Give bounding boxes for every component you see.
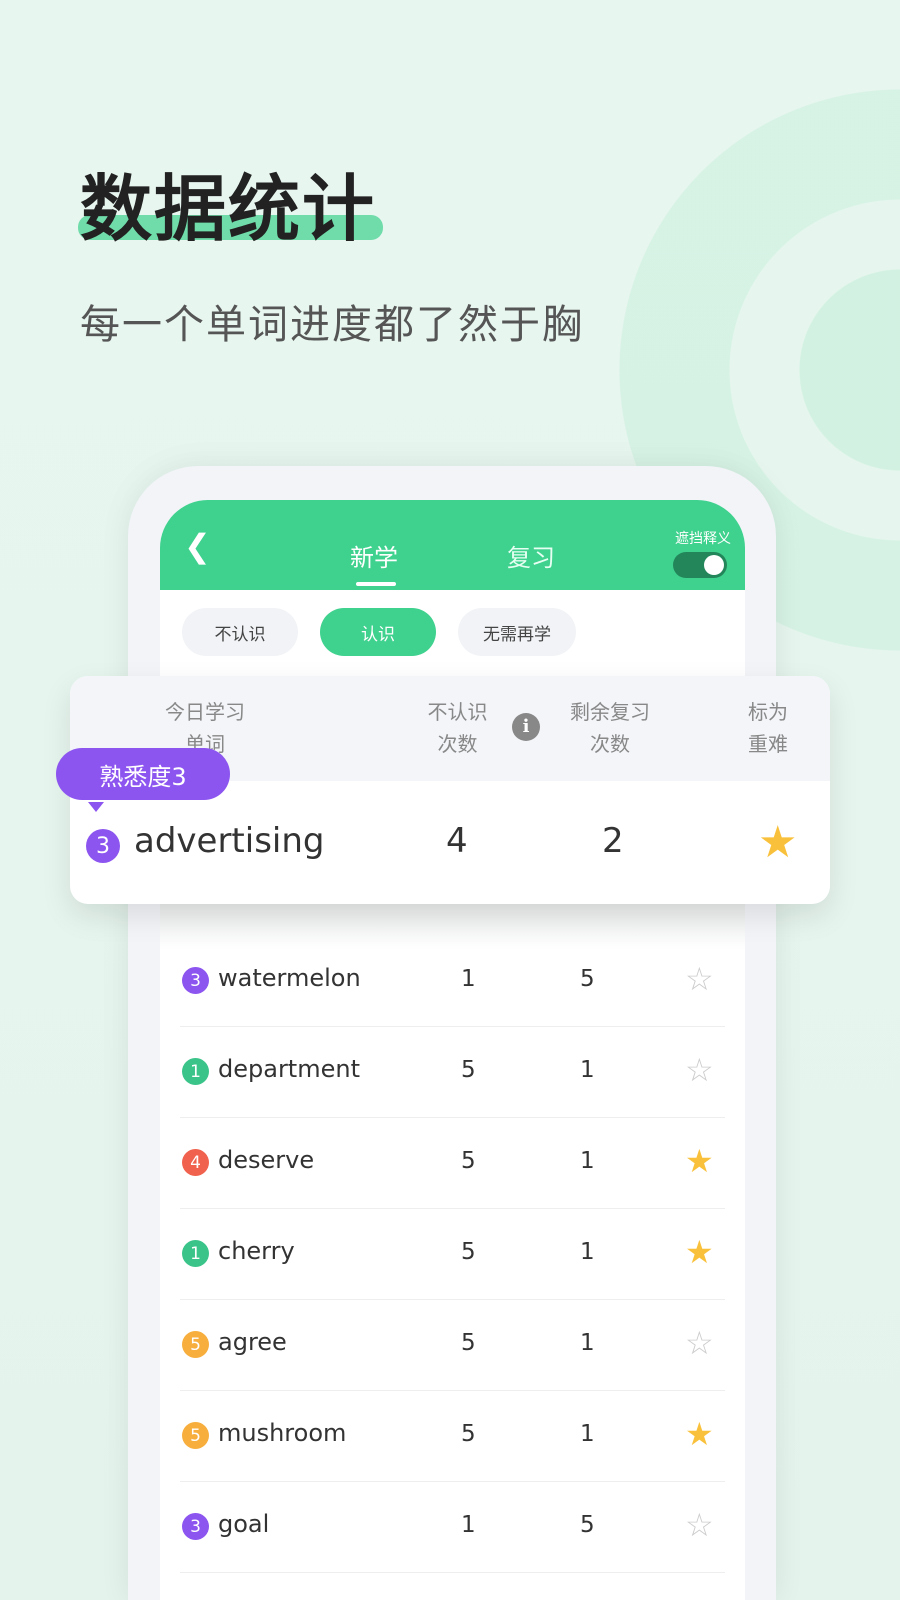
- word-row[interactable]: 1 cherry 5 1 ★: [180, 1209, 725, 1300]
- remaining-count: 2: [602, 821, 624, 861]
- col-remaining: 剩余复习 次数: [570, 700, 650, 756]
- level-badge: 5: [182, 1331, 209, 1358]
- unknown-count: 1: [461, 966, 476, 992]
- active-tab-indicator: [356, 582, 396, 586]
- tab-new[interactable]: 新学: [350, 538, 398, 573]
- filter-unknown[interactable]: 不认识: [182, 608, 298, 656]
- star-filled-icon[interactable]: ★: [685, 1233, 714, 1271]
- page-title: 数据统计: [80, 167, 377, 251]
- hide-meaning-toggle[interactable]: [673, 552, 727, 578]
- word-row[interactable]: 5 agree 5 1 ☆: [180, 1300, 725, 1391]
- unknown-count: 4: [446, 821, 468, 861]
- level-badge: 5: [182, 1422, 209, 1449]
- filter-no-need[interactable]: 无需再学: [458, 608, 576, 656]
- star-outline-icon[interactable]: ☆: [685, 1324, 714, 1362]
- unknown-count: 5: [461, 1057, 476, 1083]
- remaining-count: 1: [580, 1330, 595, 1356]
- star-filled-icon[interactable]: ★: [685, 1142, 714, 1180]
- filter-chips: 不认识 认识 无需再学: [182, 608, 576, 656]
- app-header: ❮ 新学 复习 遮挡释义: [160, 500, 745, 590]
- unknown-count: 5: [461, 1239, 476, 1265]
- tab-review[interactable]: 复习: [507, 538, 555, 573]
- word-row[interactable]: 3 goal 1 5 ☆: [180, 1482, 725, 1573]
- word: department: [218, 1055, 360, 1083]
- word: agree: [218, 1328, 287, 1356]
- word: advertising: [134, 821, 325, 861]
- remaining-count: 1: [580, 1148, 595, 1174]
- level-badge: 3: [86, 829, 120, 863]
- level-badge: 3: [182, 967, 209, 994]
- word: deserve: [218, 1146, 315, 1174]
- word: cherry: [218, 1237, 295, 1265]
- remaining-count: 5: [580, 1512, 595, 1538]
- toggle-label: 遮挡释义: [675, 531, 731, 547]
- star-filled-icon[interactable]: ★: [758, 817, 797, 868]
- word: watermelon: [218, 964, 361, 992]
- word: mushroom: [218, 1419, 347, 1447]
- level-badge: 1: [182, 1058, 209, 1085]
- filter-known[interactable]: 认识: [320, 608, 436, 656]
- col-mark: 标为 重难: [748, 700, 788, 756]
- info-icon[interactable]: i: [512, 713, 540, 741]
- word-row[interactable]: 5 mushroom 5 1 ★: [180, 1391, 725, 1482]
- remaining-count: 1: [580, 1057, 595, 1083]
- col-unknown: 不认识 次数: [427, 700, 488, 756]
- unknown-count: 5: [461, 1148, 476, 1174]
- word-row[interactable]: 3 watermelon 1 5 ☆: [180, 936, 725, 1027]
- page-subtitle: 每一个单词进度都了然于胸: [80, 302, 584, 348]
- level-badge: 3: [182, 1513, 209, 1540]
- star-filled-icon[interactable]: ★: [685, 1415, 714, 1453]
- star-outline-icon[interactable]: ☆: [685, 1051, 714, 1089]
- word-row[interactable]: 1 department 5 1 ☆: [180, 1027, 725, 1118]
- word: goal: [218, 1510, 270, 1538]
- level-badge: 1: [182, 1240, 209, 1267]
- back-chevron-icon[interactable]: ❮: [184, 530, 211, 562]
- unknown-count: 5: [461, 1330, 476, 1356]
- unknown-count: 5: [461, 1421, 476, 1447]
- remaining-count: 5: [580, 966, 595, 992]
- star-outline-icon[interactable]: ☆: [685, 960, 714, 998]
- level-badge: 4: [182, 1149, 209, 1176]
- word-row[interactable]: 4 deserve 5 1 ★: [180, 1118, 725, 1209]
- familiarity-tooltip: 熟悉度3: [56, 748, 230, 812]
- unknown-count: 1: [461, 1512, 476, 1538]
- remaining-count: 1: [580, 1421, 595, 1447]
- star-outline-icon[interactable]: ☆: [685, 1506, 714, 1544]
- remaining-count: 1: [580, 1239, 595, 1265]
